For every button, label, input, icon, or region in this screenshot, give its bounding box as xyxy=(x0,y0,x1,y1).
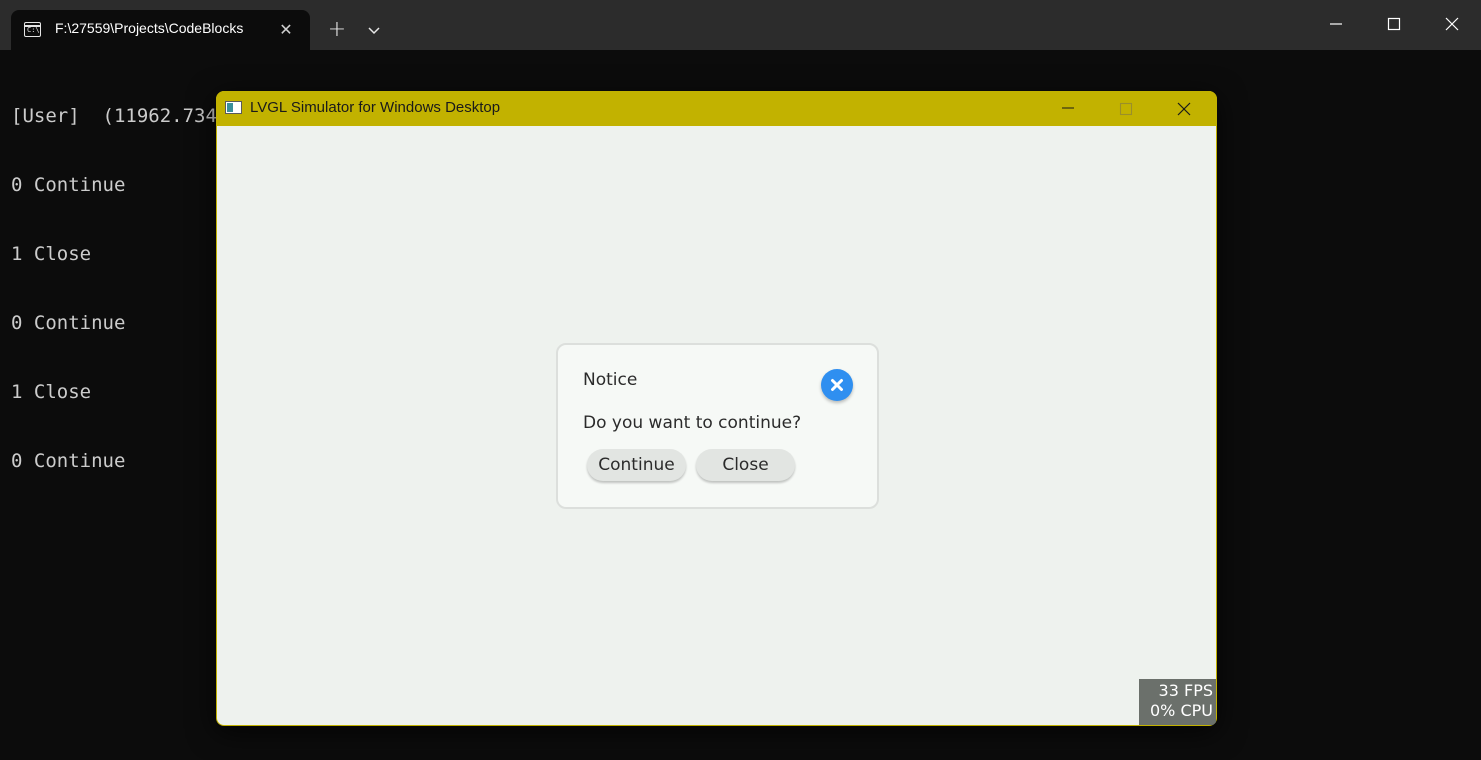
terminal-titlebar: C:\ F:\27559\Projects\CodeBlocks ✕ + xyxy=(0,0,1481,50)
chevron-down-icon[interactable] xyxy=(360,16,388,44)
lvgl-window-titlebar[interactable]: LVGL Simulator for Windows Desktop xyxy=(216,91,1217,126)
cmd-icon-text: C:\ xyxy=(27,26,40,34)
maximize-icon xyxy=(1387,17,1401,31)
close-tab-icon[interactable]: ✕ xyxy=(275,19,297,41)
performance-monitor: 33 FPS 0% CPU xyxy=(1139,679,1216,725)
continue-button[interactable]: Continue xyxy=(587,449,686,481)
msgbox-text: Do you want to continue? xyxy=(583,413,802,433)
close-button[interactable]: Close xyxy=(696,449,795,481)
terminal-tab[interactable]: C:\ F:\27559\Projects\CodeBlocks ✕ xyxy=(11,10,310,50)
close-window-button[interactable] xyxy=(1423,0,1481,48)
minimize-icon xyxy=(1062,107,1074,109)
minimize-icon xyxy=(1330,23,1342,25)
msgbox-close-button[interactable] xyxy=(821,369,853,401)
lvgl-maximize-button xyxy=(1097,91,1155,126)
lvgl-screen[interactable]: Notice Do you want to continue? Continue… xyxy=(217,126,1216,725)
maximize-button[interactable] xyxy=(1365,0,1423,48)
terminal-tab-title: F:\27559\Projects\CodeBlocks xyxy=(55,20,244,36)
message-box: Notice Do you want to continue? Continue… xyxy=(556,343,879,509)
lvgl-simulator-window: LVGL Simulator for Windows Desktop Notic… xyxy=(216,91,1217,726)
lvgl-close-button[interactable] xyxy=(1155,91,1213,126)
close-icon xyxy=(831,379,843,391)
lvgl-window-title: LVGL Simulator for Windows Desktop xyxy=(250,99,501,116)
close-icon xyxy=(1177,102,1191,116)
cmd-icon: C:\ xyxy=(24,22,41,37)
maximize-icon xyxy=(1119,102,1133,116)
msgbox-title: Notice xyxy=(583,370,638,390)
lvgl-minimize-button[interactable] xyxy=(1039,91,1097,126)
app-icon xyxy=(225,101,242,114)
minimize-button[interactable] xyxy=(1307,0,1365,48)
new-tab-button[interactable]: + xyxy=(321,14,353,46)
close-icon xyxy=(1445,17,1459,31)
fps-label: 33 FPS xyxy=(1158,681,1213,700)
cpu-label: 0% CPU xyxy=(1150,701,1213,720)
